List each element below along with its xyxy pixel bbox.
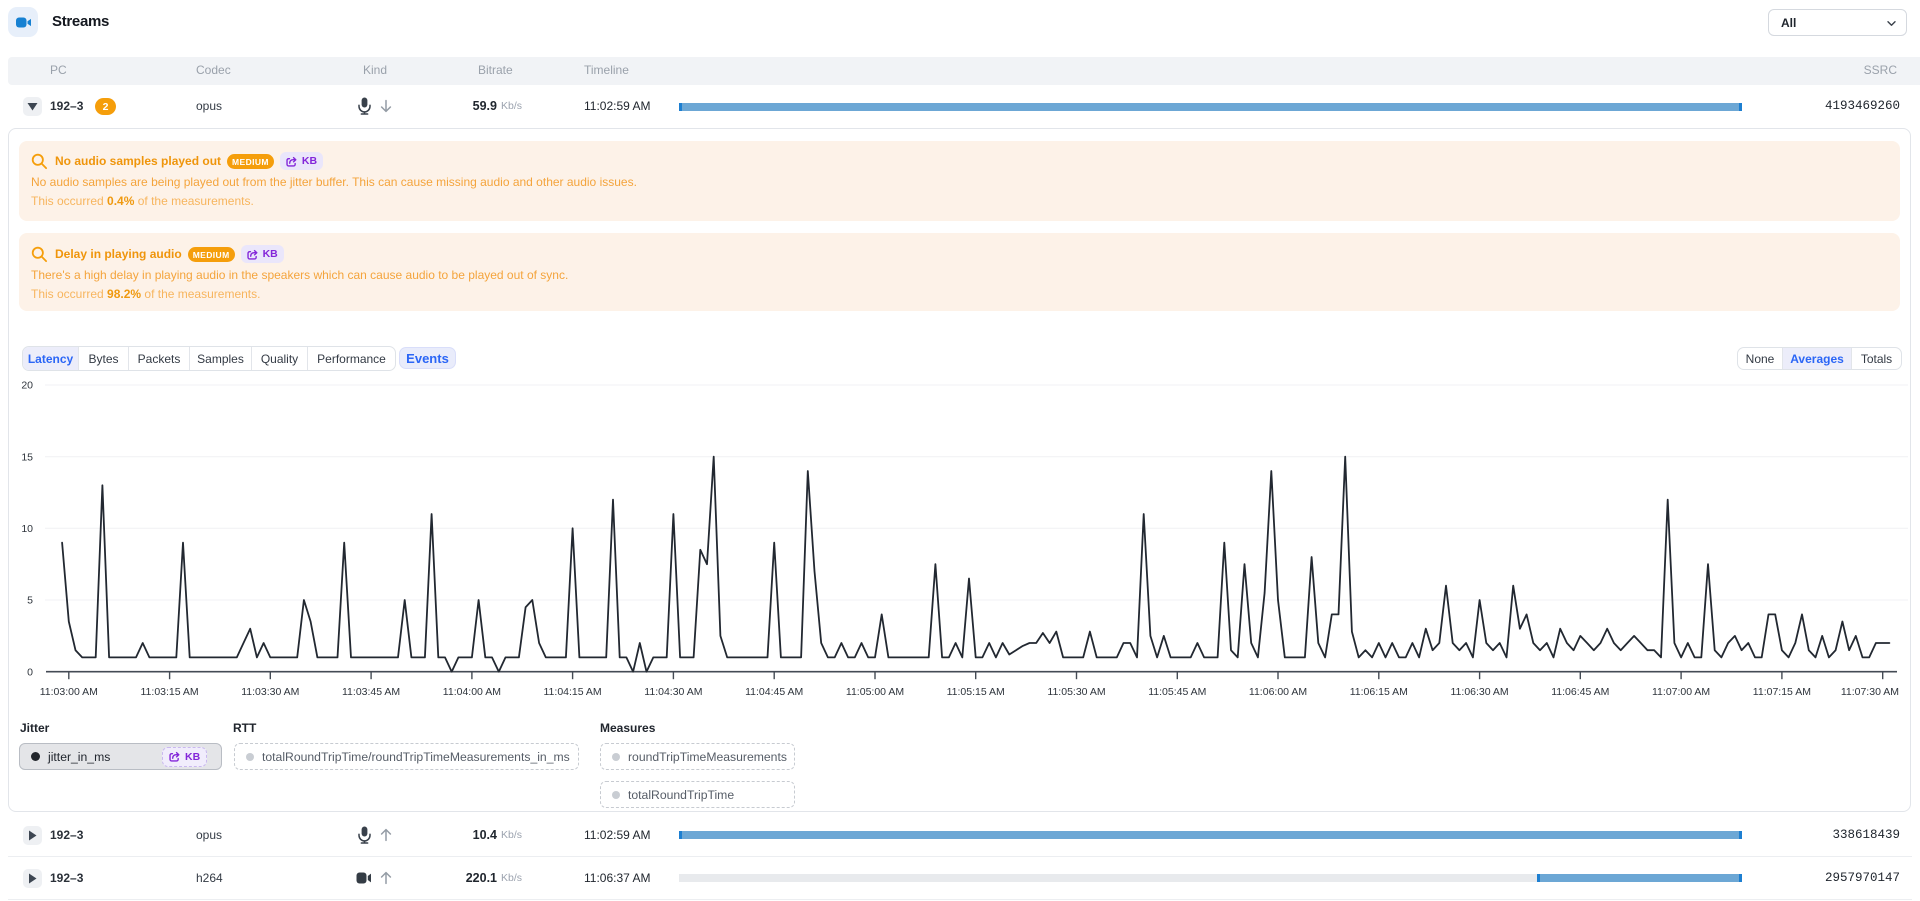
svg-text:11:04:45 AM: 11:04:45 AM [745, 686, 803, 698]
svg-text:5: 5 [27, 595, 33, 607]
svg-text:11:06:00 AM: 11:06:00 AM [1249, 686, 1307, 698]
svg-text:11:07:30 AM: 11:07:30 AM [1841, 686, 1899, 698]
svg-text:11:07:15 AM: 11:07:15 AM [1753, 686, 1811, 698]
svg-text:11:06:15 AM: 11:06:15 AM [1350, 686, 1408, 698]
svg-text:11:05:45 AM: 11:05:45 AM [1148, 686, 1206, 698]
svg-text:11:03:00 AM: 11:03:00 AM [40, 686, 98, 698]
svg-text:15: 15 [21, 451, 33, 463]
svg-text:11:06:30 AM: 11:06:30 AM [1451, 686, 1509, 698]
svg-text:10: 10 [21, 523, 33, 535]
svg-text:11:04:00 AM: 11:04:00 AM [443, 686, 501, 698]
svg-text:20: 20 [21, 380, 33, 392]
svg-text:11:03:30 AM: 11:03:30 AM [241, 686, 299, 698]
svg-text:11:05:15 AM: 11:05:15 AM [947, 686, 1005, 698]
svg-text:11:04:30 AM: 11:04:30 AM [644, 686, 702, 698]
svg-text:0: 0 [27, 666, 33, 678]
svg-text:11:03:15 AM: 11:03:15 AM [141, 686, 199, 698]
svg-text:11:05:30 AM: 11:05:30 AM [1047, 686, 1105, 698]
svg-text:11:03:45 AM: 11:03:45 AM [342, 686, 400, 698]
svg-text:11:04:15 AM: 11:04:15 AM [544, 686, 602, 698]
svg-text:11:05:00 AM: 11:05:00 AM [846, 686, 904, 698]
svg-text:11:06:45 AM: 11:06:45 AM [1551, 686, 1609, 698]
svg-text:11:07:00 AM: 11:07:00 AM [1652, 686, 1710, 698]
